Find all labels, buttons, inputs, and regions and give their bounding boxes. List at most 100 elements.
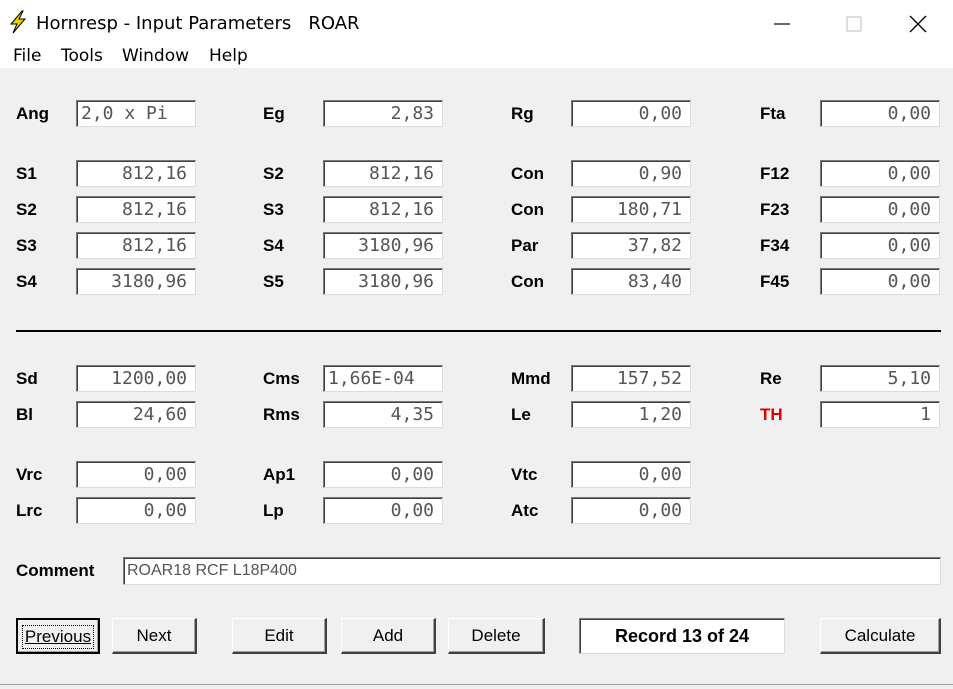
- param-field[interactable]: 24,60: [76, 401, 196, 428]
- fta-field[interactable]: 0,00: [820, 100, 940, 127]
- edit-button[interactable]: Edit: [232, 618, 327, 654]
- param-field[interactable]: 0,00: [76, 461, 196, 488]
- title-bar: Hornresp - Input Parameters ROAR: [0, 0, 953, 46]
- param-field[interactable]: 0,00: [571, 497, 691, 524]
- add-button-label: Add: [372, 626, 404, 645]
- param-label: Cms: [263, 369, 300, 388]
- ang-field[interactable]: 2,0 x Pi: [76, 100, 196, 127]
- param-label: Lrc: [16, 501, 43, 520]
- param-label: S2: [16, 200, 37, 219]
- rg-field[interactable]: 0,00: [571, 100, 691, 127]
- param-field[interactable]: 180,71: [571, 196, 691, 223]
- param-label: Rms: [263, 405, 300, 424]
- param-field[interactable]: 5,10: [820, 365, 940, 392]
- param-field[interactable]: 0,00: [76, 497, 196, 524]
- param-field[interactable]: 3180,96: [323, 268, 443, 295]
- param-label: S3: [16, 236, 37, 255]
- add-button[interactable]: Add: [341, 618, 436, 654]
- param-label: Vtc: [511, 465, 538, 484]
- maximize-button[interactable]: [818, 0, 890, 46]
- comment-label: Comment: [16, 561, 95, 580]
- param-field[interactable]: 3180,96: [76, 268, 196, 295]
- param-field[interactable]: 0,00: [820, 232, 940, 259]
- param-label: F12: [760, 164, 790, 183]
- param-label: Ap1: [263, 465, 296, 484]
- param-label: S2: [263, 164, 284, 183]
- menu-window[interactable]: Window: [122, 46, 189, 66]
- param-label: Sd: [16, 369, 38, 388]
- param-label: Lp: [263, 501, 284, 520]
- input-parameters-form: Ang 2,0 x Pi Eg 2,83 Rg 0,00 Fta 0,00 S1…: [0, 68, 953, 689]
- param-field[interactable]: 0,00: [820, 160, 940, 187]
- lightning-bolt-icon: [9, 10, 27, 34]
- delete-button-label: Delete: [471, 626, 521, 645]
- param-label: Fta: [760, 104, 786, 123]
- param-label: S3: [263, 200, 284, 219]
- param-label: F34: [760, 236, 790, 255]
- param-label: Con: [511, 200, 545, 219]
- param-field[interactable]: 1,20: [571, 401, 691, 428]
- menu-tools[interactable]: Tools: [61, 46, 103, 66]
- param-field[interactable]: 157,52: [571, 365, 691, 392]
- close-button[interactable]: [890, 0, 950, 46]
- param-label: S4: [16, 272, 37, 291]
- param-field[interactable]: 3180,96: [323, 232, 443, 259]
- previous-button-label: Previous: [21, 625, 95, 649]
- param-field[interactable]: 83,40: [571, 268, 691, 295]
- record-indicator: Record 13 of 24: [579, 618, 785, 654]
- close-icon: [909, 15, 927, 33]
- section-divider: [16, 330, 941, 332]
- edit-button-label: Edit: [264, 626, 294, 645]
- calculate-button-label: Calculate: [844, 626, 916, 645]
- eg-field[interactable]: 2,83: [323, 100, 443, 127]
- param-field[interactable]: 0,00: [323, 461, 443, 488]
- th-field[interactable]: 1: [820, 401, 940, 428]
- param-label: Le: [511, 405, 531, 424]
- param-label: Con: [511, 272, 545, 291]
- menu-bar: File Tools Window Help: [0, 46, 953, 68]
- param-label: Mmd: [511, 369, 551, 388]
- next-button[interactable]: Next: [112, 618, 197, 654]
- param-label: Ang: [16, 104, 50, 123]
- param-field[interactable]: 812,16: [76, 196, 196, 223]
- param-label: Rg: [511, 104, 534, 123]
- param-label: Par: [511, 236, 539, 255]
- minimize-icon: [774, 23, 790, 25]
- param-label: S5: [263, 272, 284, 291]
- param-field[interactable]: 37,82: [571, 232, 691, 259]
- window-title: Hornresp - Input Parameters ROAR: [36, 13, 360, 34]
- maximize-icon: [846, 16, 862, 32]
- param-field[interactable]: 1200,00: [76, 365, 196, 392]
- calculate-button[interactable]: Calculate: [820, 618, 941, 654]
- minimize-button[interactable]: [746, 0, 818, 46]
- param-field[interactable]: 0,00: [571, 461, 691, 488]
- param-label: S4: [263, 236, 284, 255]
- param-field[interactable]: 812,16: [323, 160, 443, 187]
- previous-button[interactable]: Previous: [16, 618, 100, 654]
- param-field[interactable]: 812,16: [76, 232, 196, 259]
- param-field[interactable]: 0,90: [571, 160, 691, 187]
- param-label: Re: [760, 369, 782, 388]
- param-field[interactable]: 812,16: [323, 196, 443, 223]
- param-field[interactable]: 0,00: [323, 497, 443, 524]
- param-label: Eg: [263, 104, 285, 123]
- param-label: S1: [16, 164, 37, 183]
- window-bottom-border: [0, 684, 953, 685]
- param-label: F23: [760, 200, 790, 219]
- menu-file[interactable]: File: [13, 46, 41, 66]
- delete-button[interactable]: Delete: [448, 618, 545, 654]
- comment-field[interactable]: ROAR18 RCF L18P400: [123, 557, 941, 585]
- param-field[interactable]: 1,66E-04: [323, 365, 443, 392]
- next-button-label: Next: [136, 626, 172, 645]
- param-label: F45: [760, 272, 790, 291]
- param-field[interactable]: 812,16: [76, 160, 196, 187]
- param-label: Bl: [16, 405, 33, 424]
- th-label: TH: [760, 405, 783, 424]
- param-label: Atc: [511, 501, 539, 520]
- menu-help[interactable]: Help: [209, 46, 248, 66]
- param-field[interactable]: 0,00: [820, 196, 940, 223]
- param-field[interactable]: 4,35: [323, 401, 443, 428]
- param-label: Vrc: [16, 465, 43, 484]
- param-label: Con: [511, 164, 545, 183]
- param-field[interactable]: 0,00: [820, 268, 940, 295]
